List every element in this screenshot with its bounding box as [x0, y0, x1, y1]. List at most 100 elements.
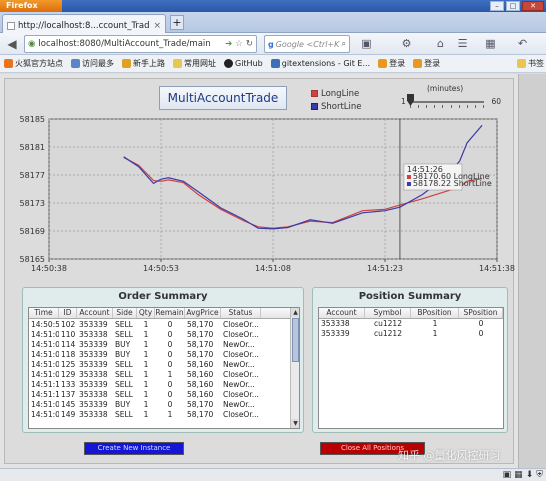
- order-row[interactable]: 14:51:08129353338 SELL 1 1 58,160 CloseOr...: [29, 370, 291, 380]
- order-row[interactable]: 14:50:53102353339 SELL 1 0 58,170 CloseOr...: [29, 320, 291, 330]
- status-download-icon[interactable]: ⬇: [526, 470, 534, 480]
- status-addon-icon[interactable]: ▣: [503, 470, 512, 480]
- firefox-menu-button[interactable]: Firefox: [0, 0, 62, 12]
- bookmark-star-icon[interactable]: ☆: [235, 39, 243, 49]
- position-cell: cu1212: [374, 329, 402, 338]
- order-cell: 1: [143, 350, 149, 359]
- status-grid-icon[interactable]: ▦: [514, 470, 523, 480]
- order-column-header[interactable]: Account: [77, 308, 113, 318]
- order-column-header[interactable]: Remain: [155, 308, 185, 318]
- search-icon[interactable]: ⌕: [342, 39, 346, 49]
- close-window-icon[interactable]: ✕: [522, 1, 544, 11]
- position-column-header[interactable]: SPosition: [459, 308, 503, 318]
- order-cell: NewOr...: [223, 400, 255, 409]
- order-cell: 14:51:06: [31, 350, 59, 359]
- order-column-header[interactable]: Time: [29, 308, 59, 318]
- position-column-header[interactable]: BPosition: [411, 308, 459, 318]
- order-row[interactable]: 14:51:09145353339 BUY 1 0 58,170 NewOr...: [29, 400, 291, 410]
- order-cell: 102: [61, 320, 76, 329]
- bookmarks-menu[interactable]: 书签: [514, 58, 544, 69]
- undo-icon[interactable]: ↶: [516, 37, 529, 50]
- order-cell: 125: [61, 360, 76, 369]
- back-icon[interactable]: ◀: [3, 35, 21, 53]
- position-row[interactable]: 353338 cu1212 1 0: [319, 319, 503, 329]
- order-cell: NewOr...: [223, 360, 255, 369]
- order-cell: 0: [167, 350, 173, 359]
- feed-icon[interactable]: ☰: [456, 37, 469, 50]
- reload-icon[interactable]: ↻: [246, 39, 253, 49]
- maximize-icon[interactable]: □: [506, 1, 520, 11]
- order-cell: 353338: [79, 410, 108, 419]
- slider-track[interactable]: [410, 101, 484, 103]
- order-cell: SELL: [115, 360, 133, 369]
- minutes-slider[interactable]: (minutes) 1 60: [401, 84, 501, 110]
- create-new-instance-button[interactable]: Create New Instance: [84, 442, 184, 455]
- order-column-header[interactable]: ID: [59, 308, 77, 318]
- bookmark-label: 新手上路: [133, 59, 165, 68]
- legend-label: ShortLine: [321, 101, 362, 112]
- order-cell: 1: [143, 380, 149, 389]
- order-cell: 14:50:53: [31, 320, 59, 329]
- order-cell: SELL: [115, 320, 133, 329]
- order-cell: 58,160: [187, 390, 214, 399]
- bookmarks-bar: 火狐官方站点 访问最多 新手上路 常用网址 GitHub gitextensio…: [0, 55, 546, 73]
- home-icon[interactable]: ⌂: [434, 37, 447, 50]
- order-cell: 353339: [79, 320, 108, 329]
- extensions-icon[interactable]: ▦: [484, 37, 497, 50]
- scroll-down-icon[interactable]: ▼: [291, 419, 299, 428]
- status-shield-icon[interactable]: ⛨: [536, 470, 543, 480]
- scroll-up-icon[interactable]: ▲: [291, 308, 299, 317]
- order-column-header[interactable]: Qty: [137, 308, 155, 318]
- order-column-header[interactable]: Status: [221, 308, 261, 318]
- order-row[interactable]: 14:51:10137353338 SELL 1 0 58,160 CloseOr...: [29, 390, 291, 400]
- bookmark-item[interactable]: gitextensions - Git E...: [270, 59, 370, 68]
- scroll-thumb[interactable]: [292, 318, 299, 362]
- order-cell: 145: [61, 400, 76, 409]
- tab-main[interactable]: http://localhost:8...ccount_Trade/main ×: [2, 14, 166, 33]
- order-cell: 0: [167, 320, 173, 329]
- bookmark-label: 访问最多: [82, 59, 114, 68]
- bookmark-item[interactable]: 常用网址: [173, 58, 216, 69]
- bookmark-item[interactable]: 访问最多: [71, 58, 114, 69]
- bookmark-item[interactable]: GitHub: [224, 59, 263, 68]
- order-row[interactable]: 14:51:09149353338 SELL 1 1 58,170 CloseOr...: [29, 410, 291, 420]
- bookmark-item[interactable]: 新手上路: [122, 58, 165, 69]
- bookmark-folder-icon: [173, 59, 182, 68]
- order-cell: CloseOr...: [223, 330, 259, 339]
- position-row[interactable]: 353339 cu1212 1 0: [319, 329, 503, 339]
- search-box[interactable]: g Google <Ctrl+K> ⌕: [264, 35, 350, 53]
- order-row[interactable]: 14:51:06125353339 SELL 1 0 58,160 NewOr...: [29, 360, 291, 370]
- crosshair-short-label: 58178.22 ShortLine: [413, 179, 492, 188]
- order-cell: 58,170: [187, 340, 214, 349]
- position-table[interactable]: Account Symbol BPosition SPosition 353338 cu…: [318, 307, 504, 429]
- order-table[interactable]: Time ID Account Side Qty Remain AvgPrice Status…: [28, 307, 300, 429]
- order-row[interactable]: 14:51:10133353339 SELL 1 0 58,160 NewOr...: [29, 380, 291, 390]
- bookmark-item[interactable]: 登录: [413, 58, 440, 69]
- bookmark-item[interactable]: 登录: [378, 58, 405, 69]
- order-cell: SELL: [115, 370, 133, 379]
- order-row[interactable]: 14:51:06114353339 BUY 1 0 58,170 NewOr...: [29, 340, 291, 350]
- position-column-header[interactable]: Account: [319, 308, 365, 318]
- minimize-icon[interactable]: –: [490, 1, 504, 11]
- page-scrollbar[interactable]: [518, 74, 546, 468]
- position-cell: 0: [478, 329, 484, 338]
- new-tab-button[interactable]: +: [170, 15, 184, 30]
- order-column-header[interactable]: Side: [113, 308, 137, 318]
- screenshot-icon[interactable]: ▣: [360, 37, 373, 50]
- order-row[interactable]: 14:51:06110353338 SELL 1 0 58,170 CloseOr...: [29, 330, 291, 340]
- address-bar[interactable]: ◉ localhost:8080/MultiAccount_Trade/main…: [24, 35, 257, 53]
- order-table-scrollbar[interactable]: ▲ ▼: [290, 308, 299, 428]
- order-row[interactable]: 14:51:06118353339 BUY 1 0 58,170 CloseOr...: [29, 350, 291, 360]
- position-column-header[interactable]: Symbol: [365, 308, 411, 318]
- bookmark-item[interactable]: 火狐官方站点: [4, 58, 63, 69]
- slider-min-label: 1: [401, 97, 406, 106]
- crosshair-short-swatch: [406, 182, 411, 186]
- order-cell: 14:51:10: [31, 380, 59, 389]
- order-cell: SELL: [115, 390, 133, 399]
- order-column-header[interactable]: AvgPrice: [185, 308, 221, 318]
- order-cell: CloseOr...: [223, 370, 259, 379]
- addon-icon[interactable]: ⚙: [400, 37, 413, 50]
- order-cell: 58,170: [187, 320, 214, 329]
- tab-close-icon[interactable]: ×: [153, 21, 161, 31]
- go-icon[interactable]: ➔: [225, 39, 232, 49]
